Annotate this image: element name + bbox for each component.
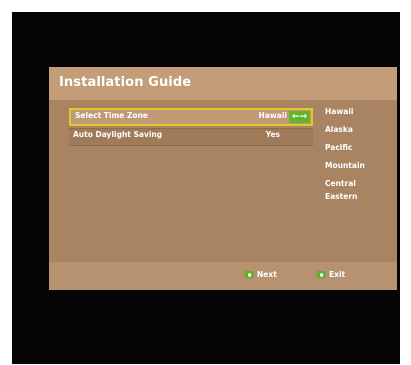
time-zone-value: Hawaii xyxy=(258,111,287,120)
auto-daylight-saving-row[interactable]: Auto Daylight Saving Yes xyxy=(69,128,313,146)
left-right-arrows-icon[interactable]: ←→ xyxy=(289,111,310,123)
exit-button[interactable]: ■ Exit xyxy=(317,270,345,279)
option-pacific[interactable]: Pacific xyxy=(325,143,391,152)
time-zone-label: Select Time Zone xyxy=(75,111,149,120)
auto-daylight-saving-label: Auto Daylight Saving xyxy=(73,130,163,139)
time-zone-options-list: Hawaii Alaska Pacific Mountain Central E… xyxy=(325,107,391,210)
option-mountain[interactable]: Mountain xyxy=(325,161,391,170)
footer-bar: ■ Next ■ Exit xyxy=(49,262,397,290)
next-label: Next xyxy=(257,270,277,279)
title-bar: Installation Guide xyxy=(49,67,397,100)
auto-daylight-saving-value: Yes xyxy=(265,130,280,139)
green-key-icon: ■ xyxy=(317,271,326,278)
option-alaska[interactable]: Alaska xyxy=(325,125,391,134)
next-button[interactable]: ■ Next xyxy=(245,270,277,279)
installation-guide-panel: Installation Guide Select Time Zone Hawa… xyxy=(49,67,397,290)
time-zone-row[interactable]: Select Time Zone Hawaii ←→ xyxy=(69,108,313,126)
tv-screen: Installation Guide Select Time Zone Hawa… xyxy=(12,12,400,364)
exit-label: Exit xyxy=(329,270,346,279)
option-eastern[interactable]: Eastern xyxy=(325,192,391,201)
option-central[interactable]: Central xyxy=(325,179,391,188)
page-title: Installation Guide xyxy=(59,75,192,90)
green-key-icon: ■ xyxy=(245,271,254,278)
option-hawaii[interactable]: Hawaii xyxy=(325,107,391,116)
settings-body: Select Time Zone Hawaii ←→ Auto Daylight… xyxy=(49,100,397,262)
